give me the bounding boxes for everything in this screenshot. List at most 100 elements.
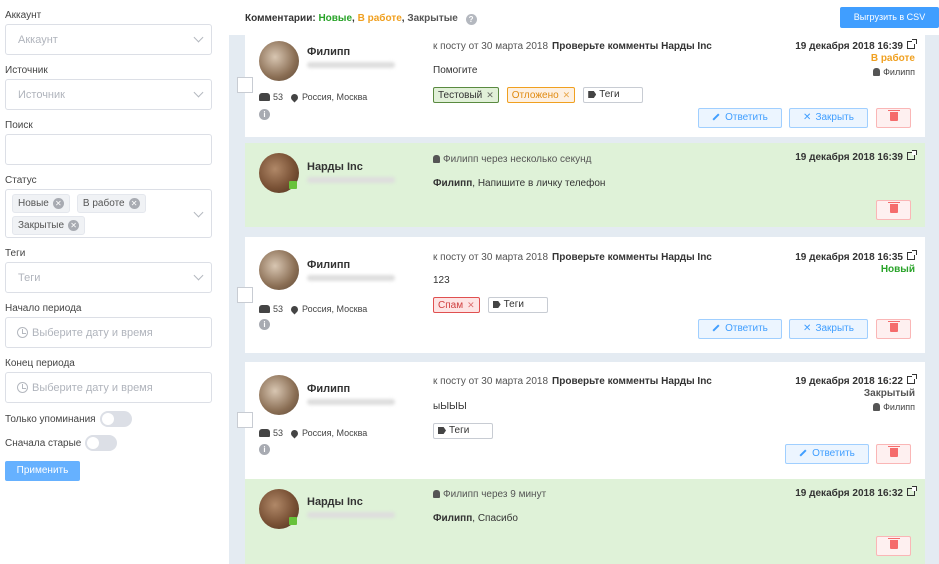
search-input[interactable]: [5, 134, 212, 165]
reply-label: Ответить: [725, 112, 768, 123]
select-checkbox[interactable]: [237, 77, 253, 93]
source-label: Источник: [5, 65, 48, 76]
location: Россия, Москва: [302, 428, 368, 438]
author-handle-blurred: [307, 177, 395, 183]
export-csv-button[interactable]: Выгрузить в CSV: [840, 7, 939, 28]
mention: Филипп: [433, 513, 473, 524]
oldest-first-toggle[interactable]: [85, 435, 118, 451]
period-end-picker[interactable]: Выберите дату и время: [5, 372, 212, 403]
tag-list: Тестовый ✕ Отложено ✕ Теги: [433, 87, 644, 103]
text-rest: , Спасибо: [472, 513, 518, 524]
delete-button[interactable]: [876, 319, 911, 339]
close-icon[interactable]: ✕: [467, 300, 475, 310]
close-icon[interactable]: ✕: [486, 90, 494, 100]
mention: Филипп: [433, 178, 473, 189]
comment-date: 19 декабря 2018 16:32: [795, 486, 917, 499]
external-link-icon[interactable]: [907, 486, 917, 496]
tag-chip: Отложено ✕: [506, 87, 576, 103]
author-handle-blurred: [307, 399, 395, 405]
external-link-icon[interactable]: [907, 250, 917, 260]
post-date: к посту от 30 марта 2018: [433, 252, 549, 263]
add-tag-input[interactable]: Теги: [583, 87, 644, 103]
apply-button[interactable]: Применить: [5, 461, 80, 481]
chip-label: В работе: [82, 198, 125, 209]
author-name[interactable]: Филипп: [307, 259, 350, 271]
tags-placeholder: Теги: [18, 272, 41, 284]
close-icon[interactable]: ✕: [563, 90, 571, 100]
user-icon: [433, 490, 440, 498]
location-pin-icon: [289, 304, 300, 314]
status-new-link[interactable]: Новые: [318, 13, 352, 24]
followers-count: 53: [273, 92, 284, 102]
separator: ,: [401, 13, 405, 24]
close-icon: ✕: [803, 112, 812, 123]
close-button[interactable]: ✕ Закрыть: [789, 319, 868, 339]
post-title[interactable]: Проверьте комменты Нарды Inc: [552, 41, 712, 52]
date-text: 19 декабря 2018 16:32: [795, 488, 903, 499]
delete-button[interactable]: [876, 536, 911, 556]
date-text: 19 декабря 2018 16:35: [795, 252, 903, 263]
reply-card: Нарды Inc Филипп через 9 минут 19 декабр…: [245, 479, 925, 564]
close-icon[interactable]: ✕: [68, 220, 80, 231]
period-start-picker[interactable]: Выберите дату и время: [5, 317, 212, 348]
tag-list: Спам ✕ Теги: [433, 297, 548, 313]
add-tag-input[interactable]: Теги: [487, 297, 548, 313]
account-placeholder: Аккаунт: [18, 34, 58, 46]
external-link-icon[interactable]: [907, 150, 917, 160]
tag-label: Отложено: [511, 90, 559, 101]
source-select[interactable]: Источник: [5, 79, 212, 110]
avatar[interactable]: [259, 250, 299, 290]
post-title[interactable]: Проверьте комменты Нарды Inc: [552, 376, 712, 387]
group-icon: [259, 305, 270, 313]
external-link-icon[interactable]: [907, 39, 917, 49]
delete-button[interactable]: [876, 108, 911, 128]
add-tag-input[interactable]: Теги: [433, 423, 493, 439]
comment-date: 19 декабря 2018 16:35: [795, 250, 917, 263]
status-work-link[interactable]: В работе: [358, 13, 402, 24]
comment-text: 123: [433, 275, 450, 286]
close-icon: ✕: [803, 323, 812, 334]
reply-button[interactable]: Ответить: [698, 108, 782, 128]
avatar[interactable]: [259, 375, 299, 415]
assignee: Филипп: [873, 402, 915, 412]
post-title[interactable]: Проверьте комменты Нарды Inc: [552, 252, 712, 263]
close-button[interactable]: ✕ Закрыть: [789, 108, 868, 128]
author-name[interactable]: Нарды Inc: [307, 161, 363, 173]
tag-chip: Спам ✕: [433, 297, 480, 313]
external-link-icon[interactable]: [907, 374, 917, 384]
tags-select[interactable]: Теги: [5, 262, 212, 293]
info-icon[interactable]: i: [259, 109, 270, 120]
reply-button[interactable]: Ответить: [698, 319, 782, 339]
author-name[interactable]: Филипп: [307, 46, 350, 58]
status-multiselect[interactable]: Новые ✕ В работе ✕ Закрытые ✕: [5, 189, 212, 238]
reply-card: Нарды Inc Филипп через несколько секунд …: [245, 143, 925, 227]
chip-label: Закрытые: [18, 220, 65, 231]
author-name[interactable]: Нарды Inc: [307, 496, 363, 508]
status-closed-link[interactable]: Закрытые: [407, 13, 457, 24]
delete-button[interactable]: [876, 444, 911, 464]
period-start-label: Начало периода: [5, 303, 82, 314]
user-icon: [873, 403, 881, 411]
account-select[interactable]: Аккаунт: [5, 24, 212, 55]
user-icon: [433, 155, 440, 163]
reply-button[interactable]: Ответить: [785, 444, 869, 464]
avatar[interactable]: [259, 41, 299, 81]
author-name[interactable]: Филипп: [307, 383, 350, 395]
info-icon[interactable]: i: [259, 444, 270, 455]
trash-icon: [887, 110, 900, 121]
add-tag-label: Теги: [599, 89, 620, 100]
delete-button[interactable]: [876, 200, 911, 220]
mentions-only-label: Только упоминания: [5, 413, 96, 425]
select-checkbox[interactable]: [237, 412, 253, 428]
select-checkbox[interactable]: [237, 287, 253, 303]
close-icon[interactable]: ✕: [52, 198, 64, 209]
period-end-label: Конец периода: [5, 358, 75, 369]
help-icon[interactable]: ?: [465, 14, 477, 25]
chip-label: Новые: [18, 198, 49, 209]
comment-text: Помогите: [433, 65, 478, 76]
close-icon[interactable]: ✕: [128, 198, 140, 209]
status-label: Новый: [880, 264, 915, 275]
info-icon[interactable]: i: [259, 319, 270, 330]
account-label: Аккаунт: [5, 10, 42, 21]
mentions-only-toggle[interactable]: [99, 411, 132, 427]
